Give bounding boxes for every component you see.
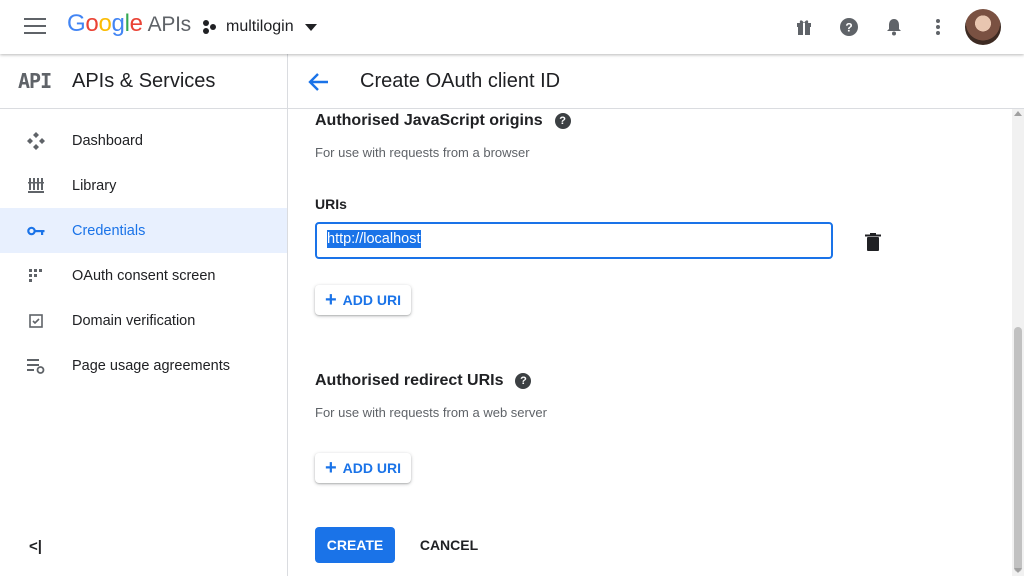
sidebar-item-library[interactable]: Library bbox=[0, 163, 287, 208]
dashboard-icon bbox=[26, 131, 46, 151]
project-selector[interactable]: multilogin bbox=[203, 18, 317, 36]
chevron-down-icon bbox=[304, 23, 317, 31]
collapse-sidebar-icon[interactable]: <| bbox=[29, 538, 42, 555]
scroll-up-icon[interactable] bbox=[1014, 111, 1022, 116]
notifications-icon[interactable] bbox=[883, 16, 905, 38]
menu-icon[interactable] bbox=[24, 18, 46, 36]
sidebar-item-page-usage-agreements[interactable]: Page usage agreements bbox=[0, 343, 287, 388]
project-icon bbox=[203, 20, 217, 34]
sidebar-title: APIs & Services bbox=[72, 70, 216, 92]
plus-icon: + bbox=[324, 457, 337, 479]
google-apis-logo[interactable]: Google APIs bbox=[67, 10, 191, 38]
add-js-origin-uri-button[interactable]: + ADD URI bbox=[315, 285, 411, 315]
js-origins-title: Authorised JavaScript origins? bbox=[315, 112, 571, 130]
sidebar-header: API APIs & Services bbox=[0, 54, 287, 109]
sidebar-item-domain-verification[interactable]: Domain verification bbox=[0, 298, 287, 343]
main-content: Authorised JavaScript origins? For use w… bbox=[288, 109, 1012, 576]
consent-icon bbox=[26, 266, 46, 286]
key-icon bbox=[26, 221, 46, 241]
more-vert-icon[interactable] bbox=[927, 16, 949, 38]
settings-list-icon bbox=[26, 356, 46, 376]
project-name: multilogin bbox=[226, 18, 294, 35]
top-app-bar: Google APIs multilogin ? bbox=[0, 0, 1024, 54]
sidebar-nav: Dashboard Library Credentials OAuth cons… bbox=[0, 109, 287, 388]
library-icon bbox=[26, 176, 46, 196]
cancel-button[interactable]: CANCEL bbox=[411, 527, 487, 563]
scroll-down-icon[interactable] bbox=[1014, 568, 1022, 573]
delete-icon[interactable] bbox=[865, 233, 881, 251]
back-arrow-icon[interactable] bbox=[308, 71, 330, 93]
api-logo: API bbox=[18, 69, 52, 93]
avatar[interactable] bbox=[965, 9, 1001, 45]
add-redirect-uri-button[interactable]: + ADD URI bbox=[315, 453, 411, 483]
page-header: Create OAuth client ID bbox=[288, 54, 1024, 109]
plus-icon: + bbox=[324, 289, 337, 311]
gift-icon[interactable] bbox=[793, 16, 815, 38]
uri-input[interactable] bbox=[315, 222, 833, 259]
js-origins-subtitle: For use with requests from a browser bbox=[315, 145, 530, 160]
sidebar: API APIs & Services Dashboard Library Cr… bbox=[0, 54, 288, 576]
create-button[interactable]: CREATE bbox=[315, 527, 395, 563]
redirect-uris-subtitle: For use with requests from a web server bbox=[315, 405, 547, 420]
help-icon[interactable]: ? bbox=[838, 16, 860, 38]
help-icon[interactable]: ? bbox=[515, 372, 532, 389]
help-icon[interactable]: ? bbox=[554, 112, 571, 129]
redirect-uris-title: Authorised redirect URIs? bbox=[315, 372, 532, 390]
scrollbar[interactable] bbox=[1012, 109, 1024, 576]
uris-label: URIs bbox=[315, 196, 347, 212]
svg-text:?: ? bbox=[845, 21, 852, 35]
sidebar-item-oauth-consent[interactable]: OAuth consent screen bbox=[0, 253, 287, 298]
sidebar-item-credentials[interactable]: Credentials bbox=[0, 208, 287, 253]
sidebar-item-dashboard[interactable]: Dashboard bbox=[0, 118, 287, 163]
checkbox-icon bbox=[26, 311, 46, 331]
scrollbar-thumb[interactable] bbox=[1014, 327, 1022, 572]
page-title: Create OAuth client ID bbox=[360, 70, 561, 92]
